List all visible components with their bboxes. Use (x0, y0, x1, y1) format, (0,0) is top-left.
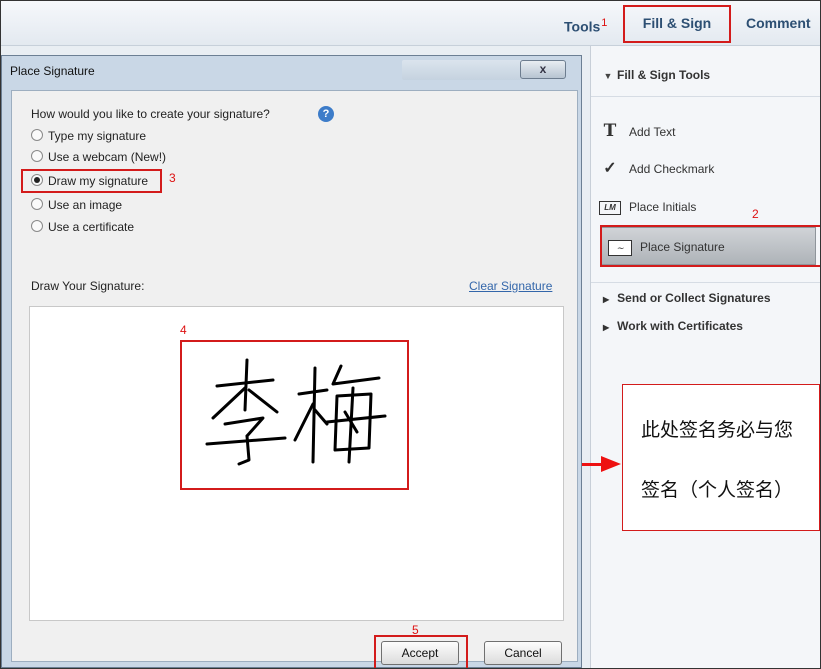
highlight-fill-sign (623, 5, 731, 43)
note-line-1: 此处签名务必与您 (641, 420, 794, 441)
handwritten-signature (205, 358, 387, 466)
checkmark-icon: ✓ (603, 160, 617, 177)
triangle-down-icon: ▼ (603, 71, 613, 81)
initials-icon: LM (599, 200, 621, 215)
send-collect-signatures-section[interactable]: ▶ Send or Collect Signatures (603, 291, 771, 305)
tab-comment[interactable]: Comment (746, 1, 811, 45)
annotation-marker-3: 3 (169, 171, 176, 185)
highlight-draw-option (21, 169, 162, 193)
help-icon[interactable]: ? (318, 106, 334, 122)
annotation-note: 此处签名务必与您 签名（个人签名） (622, 384, 820, 531)
option-webcam[interactable]: Use a webcam (New!) (31, 148, 166, 166)
dialog-body: How would you like to create your signat… (11, 90, 578, 668)
option-use-certificate[interactable]: Use a certificate (31, 218, 134, 236)
draw-signature-label: Draw Your Signature: (31, 279, 145, 293)
text-t-icon: T (603, 121, 617, 141)
note-line-2: 签名（个人签名） (641, 480, 794, 501)
dialog-title: Place Signature (10, 64, 95, 78)
annotation-marker-2: 2 (752, 207, 759, 221)
fill-sign-tools-header[interactable]: ▼ Fill & Sign Tools (591, 54, 820, 97)
radio-icon[interactable] (31, 150, 43, 162)
radio-icon[interactable] (31, 198, 43, 210)
fill-sign-panel: ▼ Fill & Sign Tools T Add Text ✓ Add Checkm… (590, 46, 820, 668)
option-use-image[interactable]: Use an image (31, 196, 122, 214)
cancel-button[interactable]: Cancel (484, 641, 562, 665)
place-initials-tool[interactable]: LM Place Initials (599, 188, 696, 226)
tab-tools[interactable]: Tools1 (564, 1, 607, 45)
clear-signature-link[interactable]: Clear Signature (469, 279, 552, 293)
signature-canvas[interactable]: 4 (29, 306, 564, 621)
place-signature-dialog: Place Signature x How would you like to … (1, 55, 582, 668)
highlight-accept (374, 635, 468, 668)
annotation-marker-1: 1 (601, 17, 608, 29)
create-signature-question: How would you like to create your signat… (31, 107, 270, 121)
divider (591, 282, 820, 283)
app-window: Tools1 Fill & Sign Comment ▼ Fill & Sign … (0, 0, 821, 669)
top-toolbar: Tools1 Fill & Sign Comment (1, 1, 820, 46)
radio-icon[interactable] (31, 220, 43, 232)
triangle-right-icon: ▶ (603, 323, 610, 332)
work-with-certificates-section[interactable]: ▶ Work with Certificates (603, 319, 743, 333)
triangle-right-icon: ▶ (603, 295, 610, 304)
arrow-head-icon (601, 456, 621, 472)
option-type-signature[interactable]: Type my signature (31, 127, 146, 145)
annotation-marker-4: 4 (180, 323, 187, 337)
add-text-tool[interactable]: T Add Text (599, 112, 676, 150)
highlight-place-signature (600, 225, 820, 267)
radio-icon[interactable] (31, 129, 43, 141)
close-button[interactable]: x (520, 60, 566, 79)
background-window-ghost (402, 60, 522, 80)
add-checkmark-tool[interactable]: ✓ Add Checkmark (599, 150, 714, 188)
